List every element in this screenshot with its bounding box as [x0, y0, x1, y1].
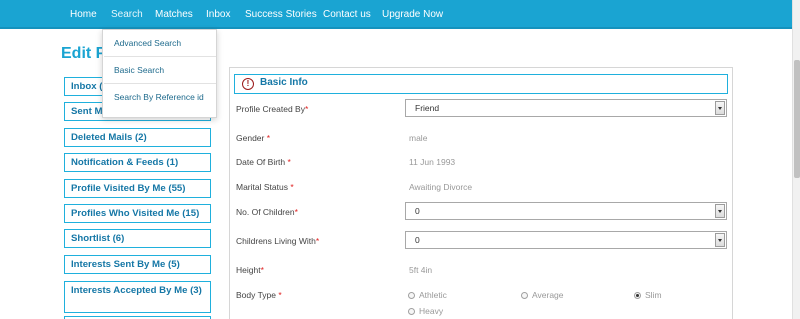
nav-contact-us[interactable]: Contact us — [323, 0, 371, 29]
sidebar-item-interests-accepted[interactable]: Interests Accepted By Me (3) — [64, 281, 211, 313]
nav-inbox[interactable]: Inbox — [206, 0, 230, 29]
children-living-select[interactable]: 0 — [405, 231, 727, 249]
children-label: No. Of Children* — [236, 207, 298, 217]
sidebar-item-deleted-mails[interactable]: Deleted Mails (2) — [64, 128, 211, 147]
sidebar-item-notifications[interactable]: Notification & Feeds (1) — [64, 153, 211, 172]
body-type-athletic[interactable]: Athletic — [408, 290, 447, 300]
gender-label: Gender * — [236, 133, 271, 143]
body-type-slim[interactable]: Slim — [634, 290, 662, 300]
page-title: Edit P — [61, 45, 107, 62]
edit-profile-page: Home Search Matches Inbox Success Storie… — [0, 0, 800, 319]
nav-home[interactable]: Home — [70, 0, 97, 29]
chevron-down-icon[interactable] — [715, 101, 725, 115]
radio-button[interactable] — [521, 292, 528, 299]
height-label: Height* — [236, 265, 264, 275]
radio-button[interactable] — [408, 292, 415, 299]
basic-info-header: ! Basic Info — [234, 74, 728, 94]
sidebar-item-profiles-who-visited-me[interactable]: Profiles Who Visited Me (15) — [64, 204, 211, 223]
profile-created-by-select[interactable]: Friend — [405, 99, 727, 117]
page-scrollbar[interactable] — [792, 0, 800, 319]
dropdown-basic-search[interactable]: Basic Search — [103, 57, 216, 83]
nav-search[interactable]: Search — [111, 0, 143, 29]
gender-value: male — [409, 133, 428, 143]
nav-success-stories[interactable]: Success Stories — [245, 0, 317, 29]
height-value: 5ft 4in — [409, 265, 433, 275]
sidebar-item-interests-sent[interactable]: Interests Sent By Me (5) — [64, 255, 211, 274]
basic-info-title: Basic Info — [260, 77, 308, 88]
marital-status-label: Marital Status * — [236, 182, 294, 192]
radio-button-selected[interactable] — [634, 292, 641, 299]
scrollbar-thumb[interactable] — [794, 60, 800, 178]
info-icon: ! — [242, 78, 254, 90]
nav-matches[interactable]: Matches — [155, 0, 193, 29]
children-living-value: 0 — [415, 235, 420, 245]
sidebar-item-profile-visited-by-me[interactable]: Profile Visited By Me (55) — [64, 179, 211, 198]
profile-created-by-label: Profile Created By* — [236, 104, 309, 114]
marital-status-value: Awaiting Divorce — [409, 182, 473, 192]
children-select[interactable]: 0 — [405, 202, 727, 220]
body-type-average[interactable]: Average — [521, 290, 564, 300]
chevron-down-icon[interactable] — [715, 204, 725, 218]
dropdown-advanced-search[interactable]: Advanced Search — [103, 30, 216, 56]
search-dropdown-menu: Advanced Search Basic Search Search By R… — [102, 29, 217, 118]
radio-button[interactable] — [408, 308, 415, 315]
profile-created-by-value: Friend — [415, 103, 440, 113]
children-value: 0 — [415, 206, 420, 216]
top-navigation-bar: Home Search Matches Inbox Success Storie… — [0, 0, 792, 29]
body-type-heavy[interactable]: Heavy — [408, 306, 443, 316]
body-type-label: Body Type * — [236, 290, 282, 300]
dropdown-search-by-reference-id[interactable]: Search By Reference id — [103, 84, 216, 110]
dob-value: 11 Jun 1993 — [409, 157, 456, 167]
sidebar-item-shortlist[interactable]: Shortlist (6) — [64, 229, 211, 248]
children-living-label: Childrens Living With* — [236, 236, 320, 246]
chevron-down-icon[interactable] — [715, 233, 725, 247]
nav-upgrade-now[interactable]: Upgrade Now — [382, 0, 443, 29]
dob-label: Date Of Birth * — [236, 157, 291, 167]
